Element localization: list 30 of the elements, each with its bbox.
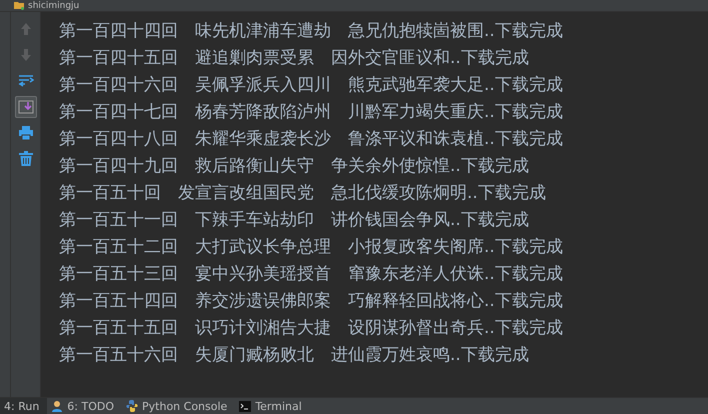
run-tab-header[interactable]: shicimingju xyxy=(0,0,708,12)
trash-icon xyxy=(18,151,34,167)
console-line: 第一百四十九回 救后路衡山失守 争关余外使惊惶..下载完成 xyxy=(59,155,530,178)
console-line: 第一百四十四回 味先机津浦车遭劫 急兄仇抱犊崮被围..下载完成 xyxy=(59,20,564,43)
console-line: 第一百五十六回 失厦门臧杨败北 进仙霞万姓哀鸣..下载完成 xyxy=(59,344,530,367)
folder-icon xyxy=(14,1,24,10)
scroll-button[interactable] xyxy=(14,96,36,118)
console-line: 第一百五十一回 下辣手车站劫印 讲价钱国会争风..下载完成 xyxy=(59,209,530,232)
printer-icon xyxy=(18,125,34,141)
console-line: 第一百五十四回 养交涉遗误佛郎案 巧解释轻回战将心..下载完成 xyxy=(59,290,564,313)
tool-window-tab[interactable]: 6: TODO xyxy=(47,398,122,414)
console-line: 第一百四十五回 避追剿肉票受累 因外交官匪议和..下载完成 xyxy=(59,47,530,70)
python-icon xyxy=(126,400,138,412)
console-line: 第一百四十七回 杨春芳降敌陷泸州 川黔军力竭失重庆..下载完成 xyxy=(59,101,564,124)
console-line: 第一百五十二回 大打武议长争总理 小报复政客失阁席..下载完成 xyxy=(59,236,564,259)
tool-window-tab[interactable]: Terminal xyxy=(235,398,310,414)
up-arrow-icon xyxy=(18,22,32,36)
scroll-to-end-icon xyxy=(18,99,34,115)
tool-window-tab[interactable]: 4: Run xyxy=(0,398,48,414)
person-icon xyxy=(51,400,64,412)
terminal-icon xyxy=(239,400,252,412)
console-line: 第一百五十五回 识巧计刘湘告大捷 设阴谋孙督出奇兵..下载完成 xyxy=(59,317,564,340)
run-tab-title: shicimingju xyxy=(28,0,80,10)
console-line: 第一百五十三回 宴中兴孙美瑶授首 窜豫东老洋人伏诛..下载完成 xyxy=(59,263,564,286)
tool-window-tab[interactable]: Python Console xyxy=(122,398,236,414)
soft-wrap-icon xyxy=(18,74,34,88)
console-line: 第一百四十八回 朱耀华乘虚袭长沙 鲁涤平议和诛袁植..下载完成 xyxy=(59,128,564,151)
down-arrow-icon xyxy=(18,48,32,62)
console-line: 第一百四十六回 吴佩孚派兵入四川 熊克武驰军袭大足..下载完成 xyxy=(59,74,564,97)
console-line: 第一百五十回 发宣言改组国民党 急北伐缓攻陈炯明..下载完成 xyxy=(59,182,547,205)
